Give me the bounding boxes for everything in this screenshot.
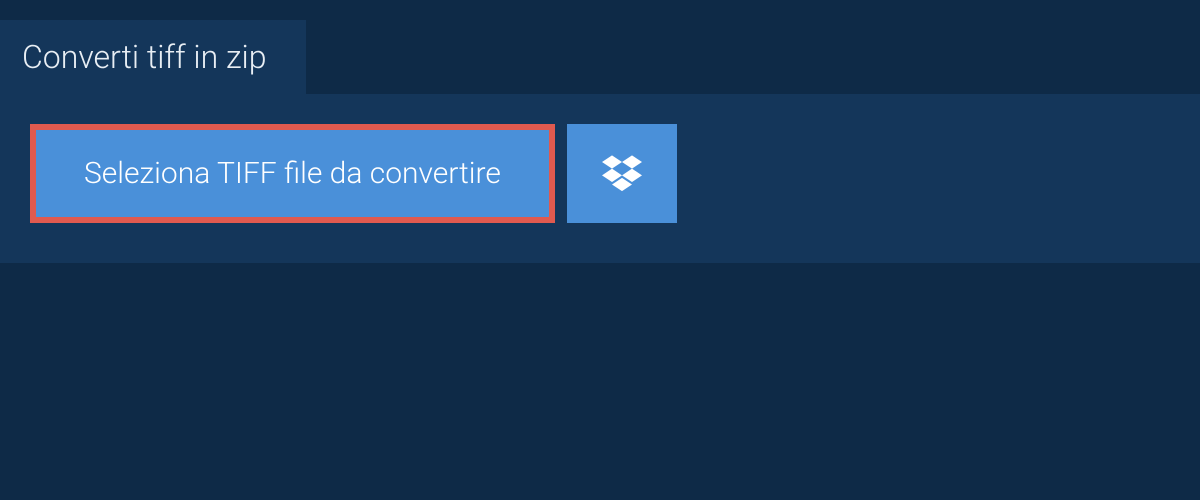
dropbox-button[interactable] [567, 124, 677, 223]
dropbox-icon [602, 152, 642, 196]
tab-title: Converti tiff in zip [22, 38, 266, 76]
button-row: Seleziona TIFF file da convertire [30, 124, 1170, 223]
converter-panel: Seleziona TIFF file da convertire [0, 94, 1200, 263]
select-file-label: Seleziona TIFF file da convertire [84, 156, 501, 191]
tab-header: Converti tiff in zip [0, 20, 306, 94]
select-file-button[interactable]: Seleziona TIFF file da convertire [30, 124, 555, 223]
